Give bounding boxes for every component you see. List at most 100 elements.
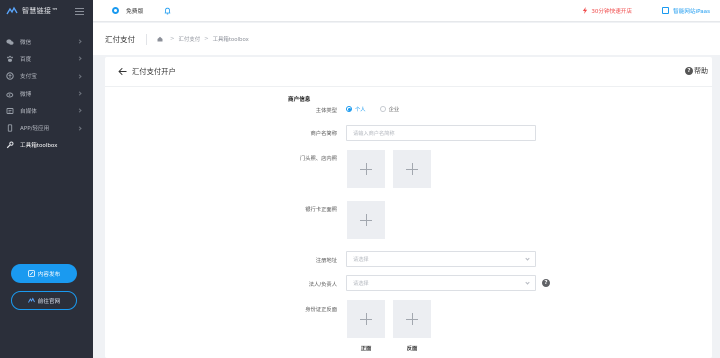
- brand-logo-icon: [6, 6, 18, 15]
- publish-content-button[interactable]: 内容发布: [11, 264, 77, 283]
- plus-icon: [360, 163, 372, 175]
- sidebar-item-label: 微博: [20, 91, 32, 98]
- top-bar: 免费版 30分钟快速开店 智能网站iPaas: [93, 0, 720, 22]
- chevron-right-icon: [77, 39, 82, 44]
- sidebar-item-label: 微信: [20, 39, 32, 46]
- radio-label: 企业: [388, 107, 400, 113]
- help-label: 帮助: [694, 67, 708, 75]
- home-icon[interactable]: [157, 36, 163, 42]
- help-button[interactable]: ? 帮助: [685, 66, 708, 76]
- legal-person-select[interactable]: 请选择: [346, 275, 536, 291]
- card-title: 汇付支付开户: [132, 66, 176, 76]
- plus-icon: [406, 313, 418, 325]
- plan-badge[interactable]: 免费版: [112, 6, 143, 15]
- bank-card-upload[interactable]: [347, 201, 385, 239]
- sidebar-item-toolbox[interactable]: 工具箱toolbox: [0, 137, 93, 154]
- bank-card-label: 银行卡正面照: [305, 207, 337, 213]
- radio-label: 个人: [355, 107, 366, 113]
- section-title: 商户信息: [288, 97, 311, 103]
- media-icon: [6, 107, 14, 115]
- account-form-card: 汇付支付开户 ? 帮助 商户信息 主体类型 个人 企业 商户名简称 请输入商户名…: [105, 57, 712, 358]
- page-title: 汇付支付: [105, 33, 147, 45]
- card-header: 汇付支付开户 ? 帮助: [105, 57, 712, 87]
- quick-open-shop-link[interactable]: 30分钟快速开店: [582, 7, 632, 15]
- storefront-upload-1[interactable]: [347, 150, 385, 188]
- sidebar-item-weibo[interactable]: 微博: [0, 85, 93, 102]
- sidebar-item-media[interactable]: 自媒体: [0, 102, 93, 119]
- paw-icon: [6, 55, 14, 63]
- sidebar-item-label: 支付宝: [20, 74, 37, 81]
- publish-content-label: 内容发布: [37, 271, 61, 278]
- official-site-label: 前往官网: [37, 298, 61, 305]
- chevron-right-icon: [77, 108, 82, 113]
- chevron-right-icon: [77, 91, 82, 96]
- radio-personal[interactable]: 个人: [346, 105, 366, 113]
- address-select[interactable]: 请选择: [346, 251, 536, 267]
- bell-icon[interactable]: [164, 7, 171, 15]
- sidebar-item-label: APP/轻应用: [20, 126, 50, 133]
- question-icon[interactable]: ?: [542, 279, 550, 287]
- id-card-label: 身份证正反面: [305, 307, 337, 313]
- storefront-photo-label: 门头照、店内照: [299, 156, 337, 162]
- sidebar-nav: 微信 百度 支付宝 微博 自媒体 APP/轻应用 工具箱toolbox: [0, 33, 93, 154]
- subject-type-label: 主体类型: [315, 108, 337, 114]
- breadcrumb-item[interactable]: 工具箱toolbox: [213, 35, 249, 43]
- ipaas-label: 智能网站iPaas: [673, 8, 710, 15]
- address-placeholder: 请选择: [353, 256, 369, 263]
- legal-person-label: 法人/负责人: [308, 282, 337, 288]
- breadcrumb: > 汇付支付 > 工具箱toolbox: [157, 35, 249, 43]
- sidebar-item-baidu[interactable]: 百度: [0, 50, 93, 67]
- plan-icon: [112, 7, 119, 14]
- sidebar-item-label: 工具箱toolbox: [20, 143, 58, 150]
- chevron-right-icon: [77, 56, 82, 62]
- chevron-right-icon: [77, 74, 82, 79]
- shop-name-label: 商户名简称: [310, 131, 338, 137]
- legal-person-placeholder: 请选择: [353, 280, 369, 287]
- quick-open-shop-label: 30分钟快速开店: [591, 8, 632, 15]
- id-back-caption: 反面: [406, 346, 418, 352]
- sidebar-item-app[interactable]: APP/轻应用: [0, 119, 93, 136]
- id-front-caption: 正面: [360, 346, 372, 352]
- shop-name-input[interactable]: 请输入商户名简称: [346, 125, 536, 141]
- brand-name: 智慧链接™: [22, 7, 59, 15]
- plus-icon: [360, 214, 372, 226]
- address-label: 注册地址: [315, 258, 337, 264]
- breadcrumb-item[interactable]: 汇付支付: [179, 35, 201, 43]
- breadcrumb-separator: >: [204, 36, 209, 42]
- alipay-icon: [6, 72, 14, 80]
- plus-icon: [406, 163, 418, 175]
- sidebar-item-label: 百度: [20, 56, 32, 63]
- title-bar: 汇付支付 > 汇付支付 > 工具箱toolbox: [93, 23, 720, 55]
- menu-toggle-icon[interactable]: [75, 7, 84, 15]
- breadcrumb-separator: >: [170, 36, 175, 42]
- shop-name-placeholder: 请输入商户名简称: [353, 130, 395, 137]
- official-site-button[interactable]: 前往官网: [11, 291, 77, 310]
- chevron-down-icon: [525, 256, 530, 261]
- chevron-down-icon: [525, 280, 530, 285]
- radio-checked-icon: [346, 106, 352, 112]
- sidebar-item-label: 自媒体: [20, 108, 37, 115]
- wrench-icon: [6, 141, 14, 149]
- phone-icon: [6, 124, 14, 132]
- sidebar-item-alipay[interactable]: 支付宝: [0, 68, 93, 85]
- subject-type-radio-group: 个人 企业: [346, 105, 413, 113]
- lightning-icon: [583, 7, 588, 14]
- id-card-front-upload[interactable]: [347, 300, 385, 338]
- ipaas-icon: [662, 7, 670, 14]
- wechat-icon: [6, 38, 14, 46]
- ipaas-link[interactable]: 智能网站iPaas: [662, 7, 710, 15]
- back-arrow-icon[interactable]: [118, 67, 127, 76]
- weibo-icon: [6, 90, 14, 98]
- radio-enterprise[interactable]: 企业: [379, 105, 400, 113]
- sidebar-item-wechat[interactable]: 微信: [0, 33, 93, 50]
- brand[interactable]: 智慧链接™: [0, 0, 93, 22]
- plus-icon: [360, 313, 372, 325]
- brand-logo-icon: [27, 297, 35, 304]
- edit-icon: [27, 270, 35, 277]
- id-card-back-upload[interactable]: [393, 300, 431, 338]
- plan-label: 免费版: [126, 9, 144, 15]
- sidebar: 智慧链接™ 微信 百度 支付宝 微博 自媒体 APP/轻应用 工具箱toolbo…: [0, 0, 93, 358]
- storefront-upload-2[interactable]: [393, 150, 431, 188]
- help-icon: ?: [685, 67, 693, 75]
- radio-unchecked-icon: [379, 106, 386, 112]
